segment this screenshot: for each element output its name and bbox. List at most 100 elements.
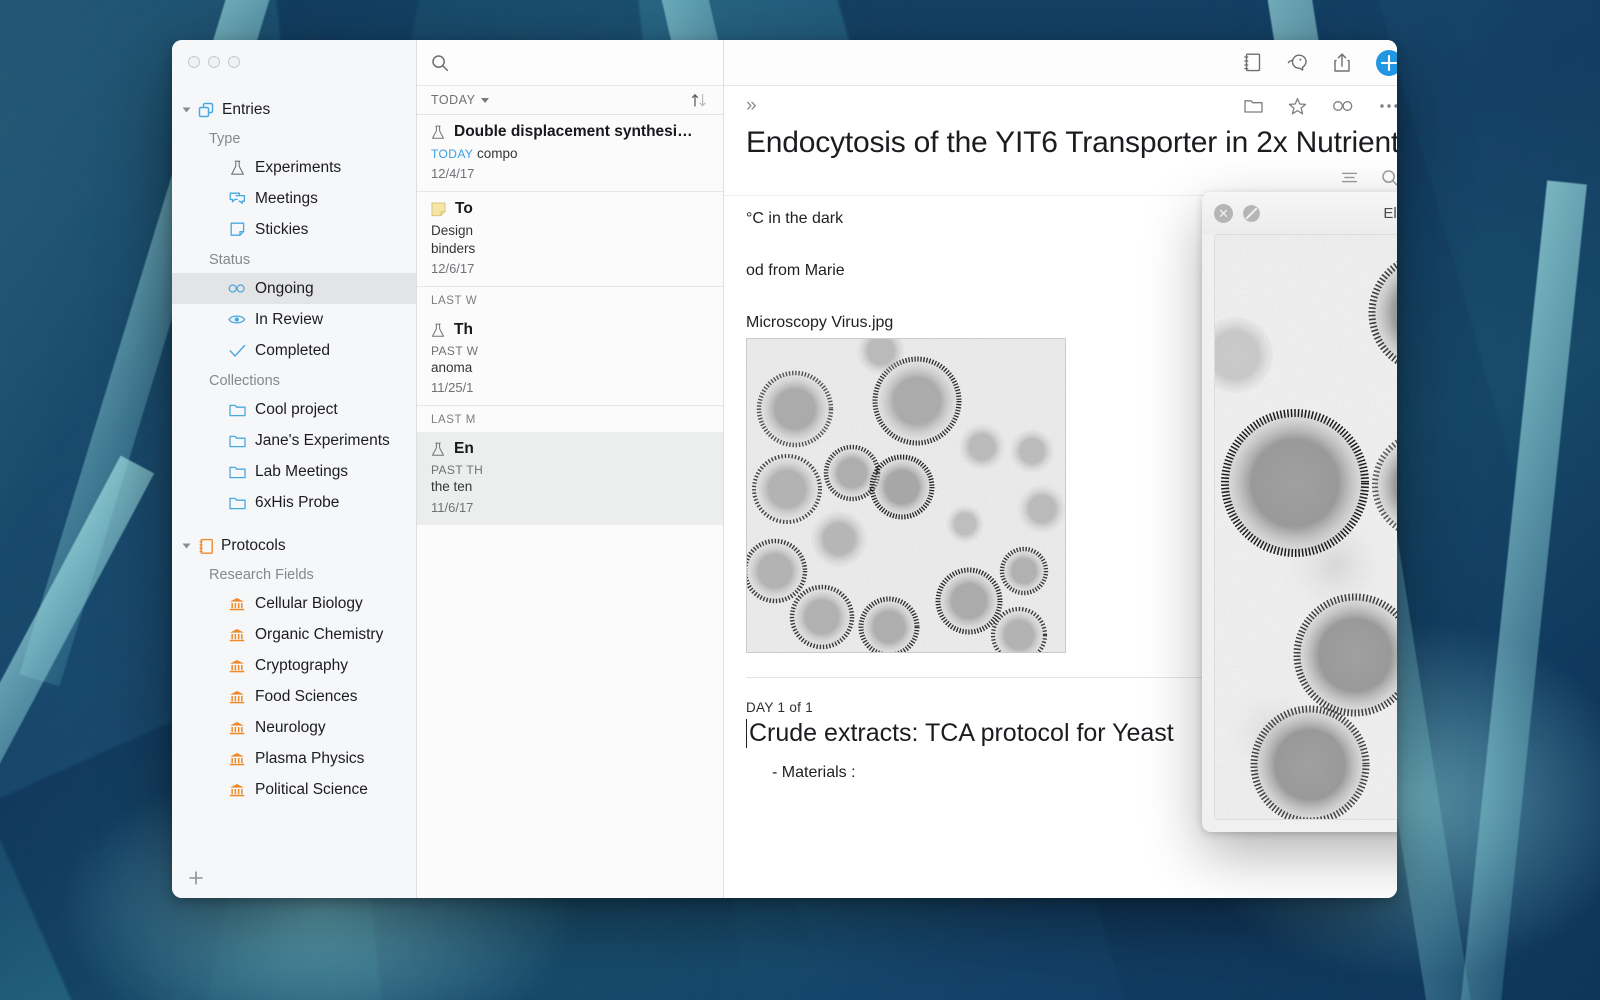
search-icon[interactable] [431,54,449,72]
entry-title-row: Double displacement synthesi… [431,123,709,141]
entry-title: To [455,200,473,218]
folder-icon[interactable] [1244,98,1263,114]
star-icon[interactable] [1288,97,1307,116]
entry-title-row: To [431,200,709,218]
folder-icon [228,463,246,481]
sidebar-item-stickies[interactable]: Stickies [172,214,416,245]
quick-look-image-viewer[interactable] [1214,234,1397,820]
sidebar-item-cellular-biology[interactable]: Cellular Biology [172,588,416,619]
entry-title: En [454,440,474,458]
sidebar-item-label: Neurology [255,718,326,736]
sidebar-item-ongoing[interactable]: Ongoing [172,273,416,304]
sidebar-item-food-sciences[interactable]: Food Sciences [172,681,416,712]
bank-icon [228,657,246,675]
no-entry-icon[interactable] [1242,204,1261,223]
app-window: Entries Type Experiments Meetings Sticki… [172,40,1397,898]
protocol-title[interactable]: Crude extracts: TCA protocol for Yeast [746,719,1174,748]
sidebar-scroll-area: Entries Type Experiments Meetings Sticki… [172,86,416,858]
entry-date: 12/6/17 [431,261,475,277]
list-group-header[interactable]: TODAY [417,86,723,115]
entry-snippet-text: compo [477,146,518,161]
sidebar-item-label: In Review [255,310,324,328]
add-item-button[interactable] [188,870,204,886]
entry-snippet: TODAY compo [431,145,709,163]
infinity-icon [228,280,246,298]
sidebar-item-janes-experiments[interactable]: Jane's Experiments [172,425,416,456]
bank-icon [228,626,246,644]
infinity-icon[interactable] [1332,100,1354,112]
thumbs-up-icon[interactable] [1286,53,1309,73]
close-icon[interactable]: ✕ [1214,203,1233,223]
quick-look-filename: Electron Microscopy Virus.jpg [1383,204,1397,222]
sidebar-item-neurology[interactable]: Neurology [172,712,416,743]
entry-tag: PAST W [431,344,479,359]
double-chevron-right-icon[interactable]: » [746,95,757,117]
sidebar-item-cool-project[interactable]: Cool project [172,394,416,425]
chevron-down-icon[interactable] [481,97,490,103]
sidebar-item-completed[interactable]: Completed [172,335,416,366]
list-search-toolbar [417,40,723,86]
sidebar-item-label: Cryptography [255,656,349,674]
entry-snippet-line1: Design [431,223,474,239]
sort-arrows-icon[interactable] [691,93,709,107]
bank-icon [228,688,246,706]
entry-snippet-line2: anoma [431,360,473,376]
sidebar-item-plasma-physics[interactable]: Plasma Physics [172,743,416,774]
sidebar-section-entries[interactable]: Entries [172,96,416,124]
entry-title-row: Th [431,321,709,339]
detail-subbar-icons [1244,97,1397,116]
entry-snippet: PAST W anoma [431,343,709,377]
entry-snippet-line2: the ten [431,479,473,495]
quick-look-left-controls: ✕ [1214,203,1344,223]
entry-snippet: PAST TH the ten [431,462,709,496]
electron-micrograph-image-large [1215,235,1397,819]
notebook-icon[interactable] [1242,52,1262,73]
bank-icon [228,595,246,613]
list-format-icon[interactable] [1340,170,1359,185]
window-controls[interactable] [172,40,416,86]
desktop-wallpaper: Entries Type Experiments Meetings Sticki… [0,0,1600,1000]
detail-column: » Endocytosis of the YIT6 Transporter in… [724,40,1397,898]
bank-icon [228,781,246,799]
attachment-thumbnail[interactable] [746,338,1066,653]
list-item[interactable]: Th PAST W anoma 11/25/1 [417,313,723,405]
sidebar-item-experiments[interactable]: Experiments [172,152,416,183]
sidebar-item-political-science[interactable]: Political Science [172,774,416,805]
sidebar-item-label: Food Sciences [255,687,358,705]
minimize-window-button[interactable] [208,56,220,68]
protocol-book-icon [198,538,214,555]
search-icon[interactable] [1381,169,1397,187]
entry-tag: PAST TH [431,463,484,478]
sidebar-item-label: 6xHis Probe [255,493,340,511]
sidebar-item-organic-chemistry[interactable]: Organic Chemistry [172,619,416,650]
sidebar-item-label: Jane's Experiments [255,431,390,449]
add-entry-button[interactable] [1375,49,1397,77]
more-options-icon[interactable] [1379,103,1397,109]
chevron-down-icon[interactable] [182,543,191,549]
entry-tag: TODAY [431,147,474,161]
close-window-button[interactable] [188,56,200,68]
list-item[interactable]: Double displacement synthesi… TODAY comp… [417,115,723,191]
sidebar-item-label: Plasma Physics [255,749,365,767]
entry-title: Double displacement synthesi… [454,123,693,140]
sidebar-item-lab-meetings[interactable]: Lab Meetings [172,456,416,487]
quick-look-panel[interactable]: ✕ Electron Microscopy Virus.jpg Open wit… [1202,192,1397,832]
list-item[interactable]: To Design binders 12/6/17 [417,191,723,286]
sidebar-section-protocols[interactable]: Protocols [172,532,416,560]
sidebar-item-label: Experiments [255,158,342,176]
entry-title: Th [454,321,473,339]
sidebar-item-cryptography[interactable]: Cryptography [172,650,416,681]
sidebar-item-6xhis-probe[interactable]: 6xHis Probe [172,487,416,518]
list-group-header-label-wrap[interactable]: TODAY [431,93,490,107]
sidebar-group-research-fields-label: Research Fields [209,567,314,583]
share-icon[interactable] [1333,52,1351,73]
entry-snippet-line2: binders [431,241,476,257]
stack-icon [198,102,215,119]
zoom-window-button[interactable] [228,56,240,68]
sidebar-item-meetings[interactable]: Meetings [172,183,416,214]
sidebar-item-label: Completed [255,341,330,359]
sidebar-item-in-review[interactable]: In Review [172,304,416,335]
list-item[interactable]: En PAST TH the ten 11/6/17 [417,432,723,525]
sidebar-item-label: Cellular Biology [255,594,363,612]
chevron-down-icon[interactable] [182,107,191,113]
